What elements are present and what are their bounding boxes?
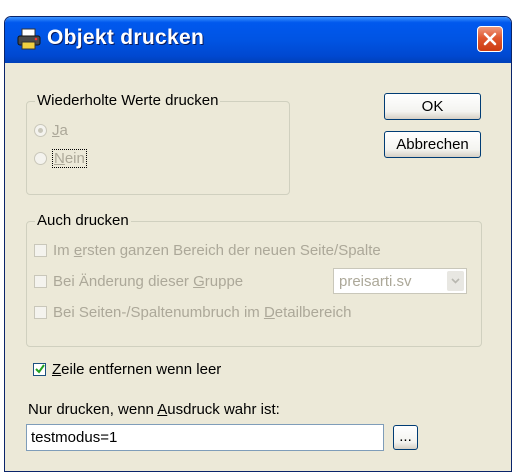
condition-input[interactable] <box>26 424 384 451</box>
checkmark-icon <box>35 364 45 374</box>
checkbox-first-area-box[interactable] <box>34 244 47 257</box>
checkbox-group-change-label: Bei Änderung dieser Gruppe <box>53 273 244 290</box>
checkbox-first-area-label: Im ersten ganzen Bereich der neuen Seite… <box>53 242 381 259</box>
radio-nein-label: Nein <box>52 149 87 168</box>
checkbox-group-change[interactable]: Bei Änderung dieser Gruppe <box>34 273 243 290</box>
chevron-down-icon <box>451 278 460 284</box>
ok-button[interactable]: OK <box>384 93 481 120</box>
radio-nein-indicator[interactable] <box>34 152 47 165</box>
checkbox-page-break-label: Bei Seiten-/Spaltenumbruch im Detailbere… <box>53 304 352 321</box>
checkbox-first-area[interactable]: Im ersten ganzen Bereich der neuen Seite… <box>34 242 381 259</box>
group-select[interactable]: preisarti.sv <box>333 268 467 294</box>
close-icon <box>483 32 497 46</box>
radio-ja-label: Ja <box>52 122 68 139</box>
also-print-group: Auch drucken Im ersten ganzen Bereich de… <box>26 212 482 347</box>
repeated-values-legend: Wiederholte Werte drucken <box>35 92 221 109</box>
also-print-legend: Auch drucken <box>35 212 131 229</box>
condition-label: Nur drucken, wenn Ausdruck wahr ist: <box>28 401 280 418</box>
print-object-dialog: Objekt drucken Wiederholte Werte drucken… <box>4 16 512 472</box>
group-select-dropdown-button[interactable] <box>447 271 464 291</box>
printer-icon <box>17 28 41 50</box>
repeated-values-group: Wiederholte Werte drucken Ja Nein <box>26 92 290 195</box>
cancel-button[interactable]: Abbrechen <box>384 131 481 158</box>
radio-nein[interactable]: Nein <box>34 149 87 168</box>
browse-button[interactable]: ... <box>393 425 418 450</box>
group-select-value: preisarti.sv <box>339 272 412 290</box>
title-bar[interactable]: Objekt drucken <box>5 17 511 63</box>
checkbox-remove-empty-line-box[interactable] <box>33 363 46 376</box>
checkbox-group-change-box[interactable] <box>34 275 47 288</box>
close-button[interactable] <box>477 26 503 52</box>
checkbox-remove-empty-line-label: Zeile entfernen wenn leer <box>52 361 222 378</box>
dialog-client-area: Wiederholte Werte drucken Ja Nein OK Abb… <box>8 63 508 468</box>
checkbox-remove-empty-line[interactable]: Zeile entfernen wenn leer <box>33 361 221 378</box>
radio-ja-indicator[interactable] <box>34 124 47 137</box>
checkbox-page-break[interactable]: Bei Seiten-/Spaltenumbruch im Detailbere… <box>34 304 352 321</box>
window-title: Objekt drucken <box>47 26 205 49</box>
checkbox-page-break-box[interactable] <box>34 306 47 319</box>
radio-ja[interactable]: Ja <box>34 122 68 139</box>
